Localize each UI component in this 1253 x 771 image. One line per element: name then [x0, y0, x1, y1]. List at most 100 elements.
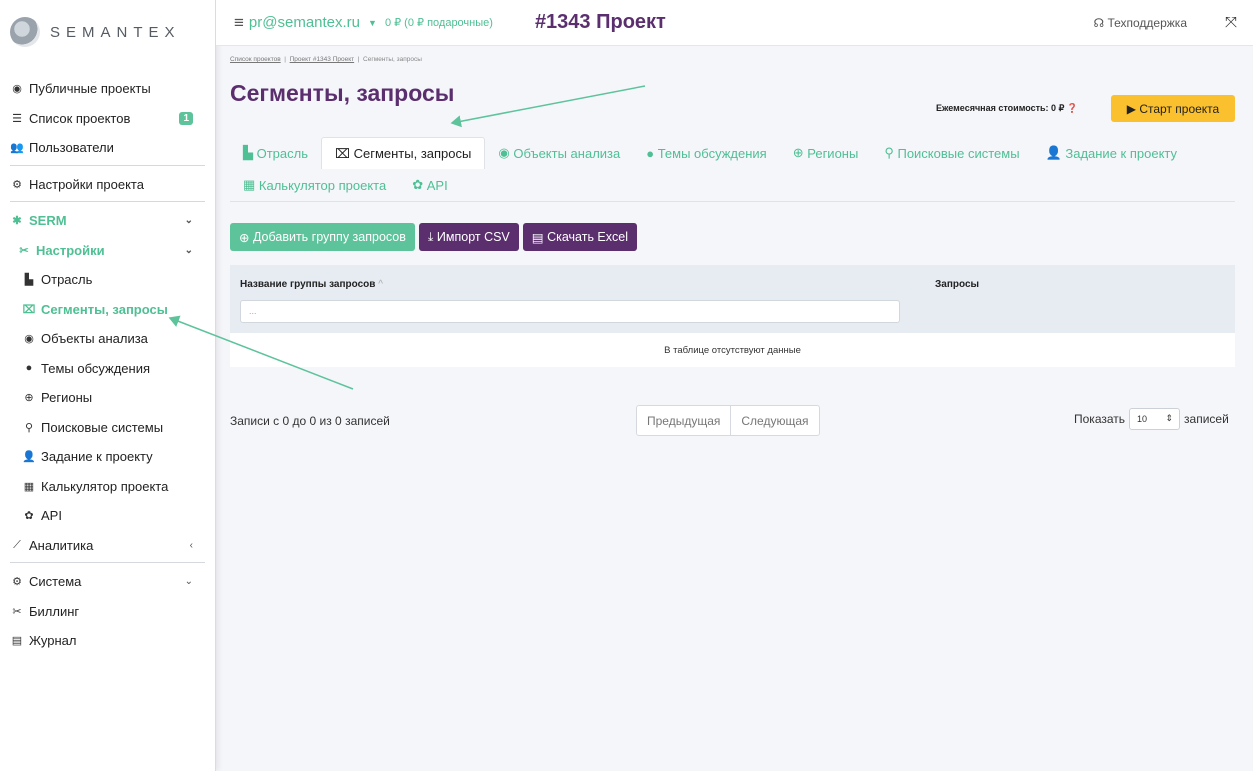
- sidebar-item-project-list[interactable]: ☰ Список проектов 1: [0, 104, 215, 134]
- sidebar-item-discussion-topics[interactable]: ● Темы обсуждения: [0, 354, 215, 384]
- tab-discussion-topics[interactable]: ● Темы обсуждения: [633, 137, 779, 169]
- sort-icon: ^: [378, 279, 383, 290]
- chart-icon: ⟋: [13, 538, 21, 551]
- sidebar-item-label: Настройки: [36, 242, 105, 258]
- records-label: записей: [1184, 412, 1229, 426]
- topbar: ≡ pr@semantex.ru ▼ 0 ₽ (0 ₽ подарочные) …: [216, 0, 1253, 46]
- chevron-down-icon[interactable]: ▼: [368, 18, 377, 28]
- support-link[interactable]: ☊ Техподдержка: [1093, 16, 1187, 30]
- logo-mark-icon: [10, 17, 40, 47]
- sidebar-item-api[interactable]: ✿ API: [0, 501, 215, 531]
- monthly-cost: Ежемесячная стоимость: 0 ₽ ❓: [936, 103, 1078, 114]
- menu-icon[interactable]: ≡: [234, 13, 244, 33]
- tab-label: Калькулятор проекта: [258, 177, 387, 193]
- import-csv-button[interactable]: ⤓ Импорт CSV: [418, 223, 519, 251]
- question-icon[interactable]: ❓: [1067, 103, 1078, 113]
- tab-api[interactable]: ✿ API: [399, 169, 460, 201]
- sidebar-item-label: Задание к проекту: [41, 449, 153, 465]
- breadcrumb-project-list[interactable]: Список проектов: [230, 56, 281, 63]
- download-icon: ⤓: [427, 229, 437, 244]
- prev-page-button[interactable]: Предыдущая: [637, 406, 730, 435]
- divider: [10, 201, 205, 202]
- tab-label: Объекты анализа: [513, 145, 621, 161]
- page-size-value: 10: [1137, 414, 1148, 424]
- comments-icon: ●: [25, 362, 33, 375]
- tab-industry[interactable]: ▙ Отрасль: [230, 137, 321, 169]
- sidebar: SEMANTEX ◉ Публичные проекты ☰ Список пр…: [0, 0, 216, 771]
- sidebar-item-serm[interactable]: ✱ SERM ⌄: [0, 206, 215, 236]
- sidebar-item-label: Сегменты, запросы: [41, 301, 168, 317]
- sidebar-item-calculator[interactable]: ▦ Калькулятор проекта: [0, 472, 215, 502]
- sidebar-item-analytics[interactable]: ⟋ Аналитика ‹: [0, 531, 215, 561]
- chevron-left-icon: ‹: [189, 539, 193, 551]
- next-page-button[interactable]: Следующая: [730, 406, 818, 435]
- column-header-group[interactable]: Название группы запросов ^: [240, 279, 383, 290]
- gear-icon: ✿: [24, 510, 34, 523]
- tab-regions[interactable]: ⊕ Регионы: [780, 137, 872, 169]
- gears-icon: ⚙: [12, 576, 22, 589]
- download-excel-button[interactable]: ▤ Скачать Excel: [522, 223, 637, 251]
- sidebar-item-label: API: [41, 508, 62, 524]
- tab-label: Поисковые системы: [897, 145, 1020, 161]
- sidebar-item-analysis-objects[interactable]: ◉ Объекты анализа: [0, 324, 215, 354]
- logo[interactable]: SEMANTEX: [0, 0, 215, 64]
- tab-project-task[interactable]: 👤 Задание к проекту: [1033, 137, 1190, 169]
- sidebar-item-users[interactable]: 👥 Пользователи: [0, 133, 215, 163]
- sidebar-item-system[interactable]: ⚙ Система ⌄: [0, 567, 215, 597]
- tab-search-engines[interactable]: ⚲ Поисковые системы: [871, 137, 1032, 169]
- account-email[interactable]: pr@semantex.ru: [249, 14, 360, 31]
- chevron-down-icon: ⌄: [184, 215, 193, 227]
- tab-label: Регионы: [807, 145, 859, 161]
- tab-segments[interactable]: ⌧ Сегменты, запросы: [321, 137, 486, 169]
- sidebar-item-label: Биллинг: [29, 603, 80, 619]
- add-group-button[interactable]: ⊕ Добавить группу запросов: [230, 223, 415, 251]
- tab-label: API: [426, 177, 448, 193]
- sidebar-item-search-engines[interactable]: ⚲ Поисковые системы: [0, 413, 215, 443]
- journal-icon: ▤: [11, 635, 23, 648]
- monthly-cost-label: Ежемесячная стоимость: 0 ₽: [936, 103, 1065, 113]
- object-group-icon: ⌧: [335, 145, 354, 161]
- empty-table-message: В таблице отсутствуют данные: [230, 333, 1235, 367]
- sidebar-item-settings[interactable]: ✂ Настройки ⌄: [0, 236, 215, 266]
- sidebar-item-project-settings[interactable]: ⚙ Настройки проекта: [0, 170, 215, 200]
- start-project-label: Старт проекта: [1139, 101, 1220, 116]
- tools-icon: ✂: [12, 605, 22, 618]
- target-icon: ◉: [24, 333, 34, 346]
- breadcrumb: Список проектов | Проект #1343 Проект | …: [230, 56, 422, 63]
- gear-icon: ✿: [412, 177, 427, 192]
- sidebar-item-segments[interactable]: ⌧ Сегменты, запросы: [0, 295, 215, 325]
- sidebar-item-label: Объекты анализа: [41, 331, 148, 347]
- sidebar-item-label: SERM: [29, 213, 67, 229]
- tab-label: Отрасль: [256, 145, 308, 161]
- select-arrow-icon: ⇕: [1165, 413, 1174, 423]
- eye-icon: ◉: [12, 83, 22, 96]
- sidebar-item-regions[interactable]: ⊕ Регионы: [0, 383, 215, 413]
- download-excel-label: Скачать Excel: [547, 230, 628, 244]
- sidebar-item-label: Отрасль: [41, 272, 93, 288]
- group-filter-input[interactable]: ...: [240, 300, 900, 323]
- sidebar-item-project-task[interactable]: 👤 Задание к проекту: [0, 442, 215, 472]
- start-project-button[interactable]: ▶ Старт проекта: [1111, 95, 1235, 122]
- sidebar-item-billing[interactable]: ✂ Биллинг: [0, 597, 215, 627]
- sidebar-item-journal[interactable]: ▤ Журнал: [0, 626, 215, 656]
- column-header-queries: Запросы: [935, 279, 980, 290]
- sidebar-item-label: Пользователи: [29, 140, 114, 156]
- add-group-label: Добавить группу запросов: [252, 230, 406, 244]
- search-icon: ⚲: [24, 421, 34, 434]
- queries-table: Название группы запросов ^ Запросы ... В…: [230, 265, 1235, 367]
- compress-icon[interactable]: ⤧: [1225, 14, 1237, 31]
- tab-calculator[interactable]: ▦ Калькулятор проекта: [230, 169, 399, 201]
- object-group-icon: ⌧: [22, 303, 36, 316]
- tab-analysis-objects[interactable]: ◉ Объекты анализа: [485, 137, 633, 169]
- sidebar-item-industry[interactable]: ▙ Отрасль: [0, 265, 215, 295]
- search-icon: ⚲: [884, 145, 898, 160]
- page-size-select[interactable]: 10 ⇕: [1129, 408, 1181, 430]
- plus-circle-icon: ⊕: [239, 230, 253, 245]
- logo-text: SEMANTEX: [50, 23, 181, 41]
- play-icon: ▶: [1126, 101, 1140, 116]
- breadcrumb-project[interactable]: Проект #1343 Проект: [290, 56, 355, 63]
- tab-label: Задание к проекту: [1065, 145, 1178, 161]
- list-icon: ☰: [12, 112, 22, 125]
- breadcrumb-current: Сегменты, запросы: [363, 56, 422, 63]
- sidebar-item-public-projects[interactable]: ◉ Публичные проекты: [0, 74, 215, 104]
